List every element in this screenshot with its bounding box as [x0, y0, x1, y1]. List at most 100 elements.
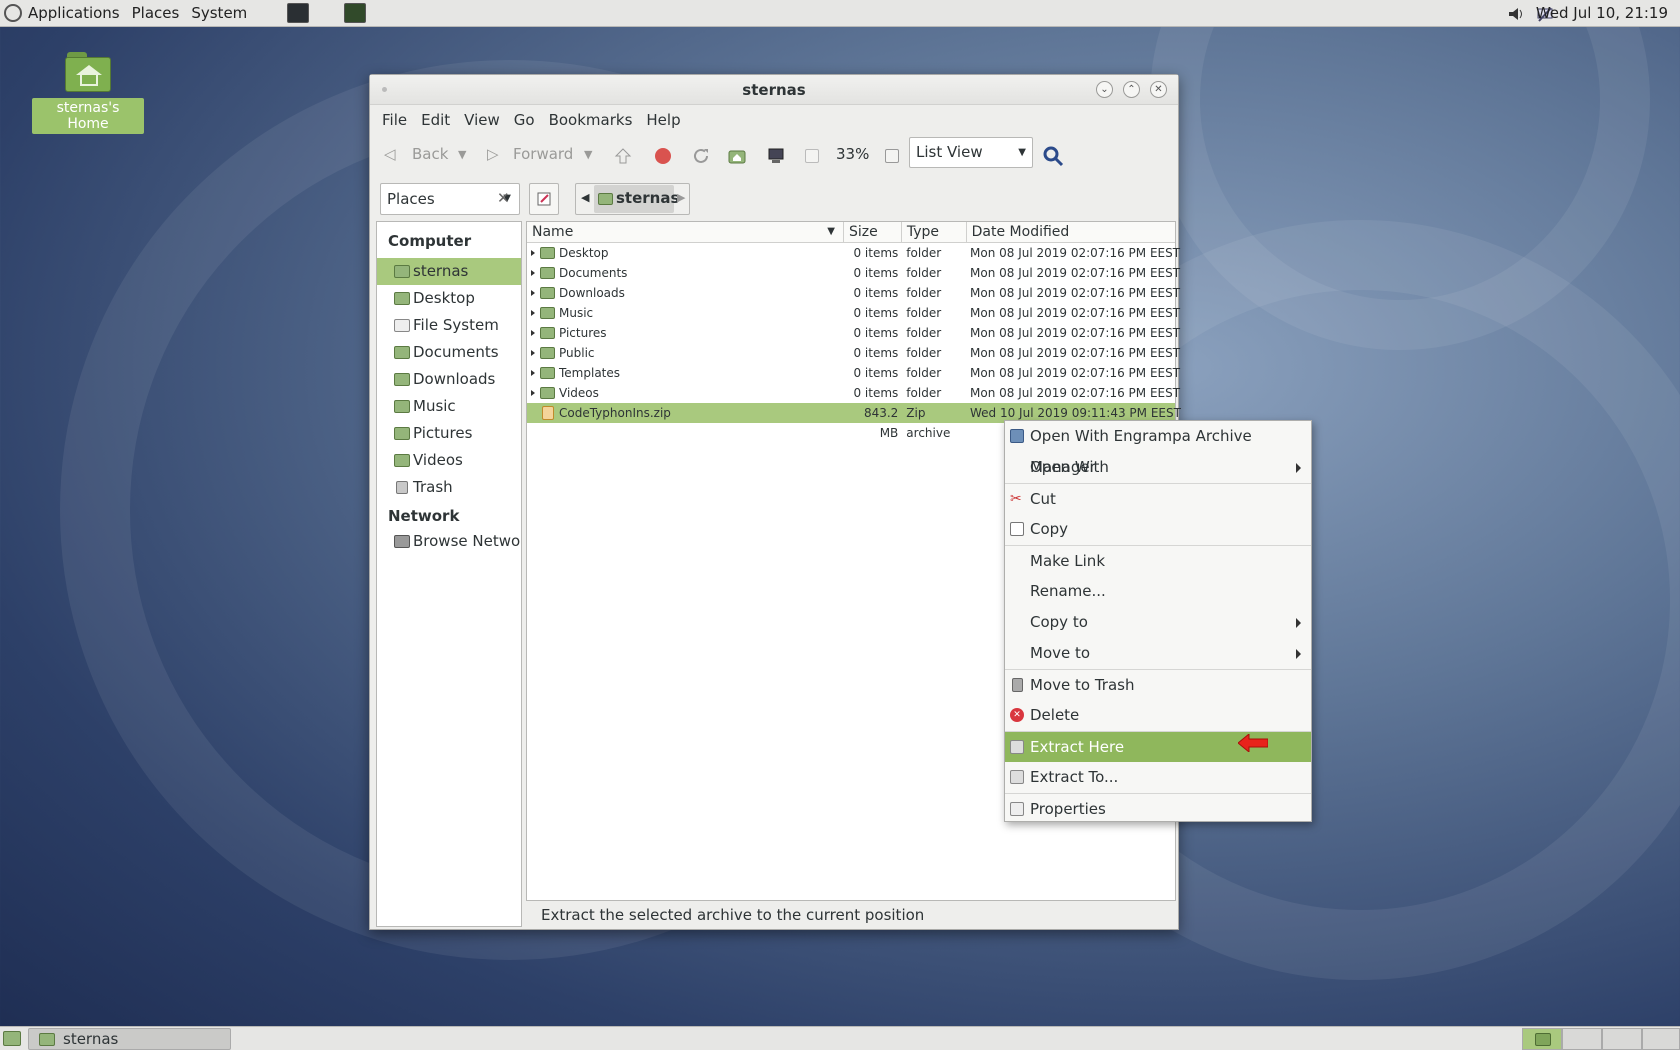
menu-item-label: Move to Trash: [1030, 676, 1135, 694]
table-row[interactable]: Desktop 0 items folder Mon 08 Jul 2019 02:0…: [527, 243, 1180, 263]
stop-icon[interactable]: [654, 147, 672, 165]
workspace-2[interactable]: [1562, 1028, 1602, 1050]
menu-help[interactable]: Help: [639, 111, 687, 129]
menu-make-link[interactable]: Make Link: [1005, 545, 1311, 576]
volume-icon[interactable]: [1507, 5, 1525, 23]
expander-icon[interactable]: [531, 330, 535, 336]
table-row[interactable]: Music 0 items folder Mon 08 Jul 2019 02:07:…: [527, 303, 1180, 323]
sidebar-item-sternas[interactable]: sternas: [377, 258, 521, 285]
menu-edit[interactable]: Edit: [414, 111, 457, 129]
table-row[interactable]: Downloads 0 items folder Mon 08 Jul 2019 02…: [527, 283, 1180, 303]
workspace-1[interactable]: [1522, 1028, 1562, 1050]
zoom-out-icon[interactable]: [805, 149, 819, 163]
close-button[interactable]: ✕: [1150, 81, 1167, 98]
menu-copy-to[interactable]: Copy to: [1005, 607, 1311, 638]
terminal-launcher-icon[interactable]: [287, 3, 309, 23]
pencil-icon: [537, 192, 551, 206]
column-type[interactable]: Type: [902, 222, 967, 242]
menu-view[interactable]: View: [457, 111, 507, 129]
sidebar-item-videos[interactable]: Videos: [377, 447, 521, 474]
applications-menu[interactable]: Applications: [22, 0, 126, 27]
menu-go[interactable]: Go: [507, 111, 542, 129]
expander-icon[interactable]: [531, 250, 535, 256]
edit-location-button[interactable]: [529, 183, 559, 215]
menu-open-with[interactable]: Open With: [1005, 452, 1311, 483]
forward-history-chevron-icon[interactable]: ▼: [584, 148, 592, 161]
menu-properties[interactable]: Properties: [1005, 793, 1311, 824]
sidebar-item-music[interactable]: Music: [377, 393, 521, 420]
table-row[interactable]: Documents 0 items folder Mon 08 Jul 2019 02…: [527, 263, 1180, 283]
maximize-button[interactable]: ⌃: [1123, 81, 1140, 98]
back-button[interactable]: Back: [412, 145, 448, 163]
system-menu[interactable]: System: [185, 0, 253, 27]
sidebar-item-browse-network[interactable]: Browse Netwo...: [377, 528, 521, 555]
menu-item-label: Copy: [1030, 520, 1069, 538]
menu-move-to[interactable]: Move to: [1005, 638, 1311, 669]
expander-icon[interactable]: [531, 310, 535, 316]
path-left-arrow-icon[interactable]: ◀: [581, 191, 589, 204]
forward-button[interactable]: Forward: [513, 145, 573, 163]
workspace-4[interactable]: [1642, 1028, 1680, 1050]
sidebar-item-file-system[interactable]: File System: [377, 312, 521, 339]
menu-cut[interactable]: ✂ Cut: [1005, 483, 1311, 514]
taskbar-window-button[interactable]: sternas: [28, 1028, 231, 1050]
window-titlebar[interactable]: sternas ⌄ ⌃ ✕: [370, 75, 1178, 105]
path-right-arrow-icon[interactable]: ▶: [677, 191, 685, 204]
menu-extract-to[interactable]: Extract To...: [1005, 762, 1311, 793]
table-row[interactable]: Pictures 0 items folder Mon 08 Jul 2019 02:…: [527, 323, 1180, 343]
back-history-chevron-icon[interactable]: ▼: [458, 148, 466, 161]
column-date-modified[interactable]: Date Modified: [967, 222, 1175, 242]
reload-icon[interactable]: [692, 147, 710, 165]
expander-icon[interactable]: [531, 390, 535, 396]
close-sidebar-icon[interactable]: ✕: [497, 189, 510, 207]
show-desktop-icon[interactable]: [3, 1031, 21, 1046]
sidebar-item-documents[interactable]: Documents: [377, 339, 521, 366]
expander-icon[interactable]: [531, 290, 535, 296]
table-row[interactable]: Public 0 items folder Mon 08 Jul 2019 02:07…: [527, 343, 1180, 363]
menu-file[interactable]: File: [375, 111, 414, 129]
computer-icon[interactable]: [767, 147, 785, 165]
menu-item-label: Delete: [1030, 706, 1080, 724]
row-size: 843.2 MB: [863, 406, 899, 440]
table-row[interactable]: Videos 0 items folder Mon 08 Jul 2019 02:07…: [527, 383, 1180, 403]
system-monitor-launcher-icon[interactable]: [344, 3, 366, 23]
view-mode-select[interactable]: List View ▼: [909, 137, 1033, 168]
menu-delete[interactable]: ✕ Delete: [1005, 700, 1311, 731]
up-arrow-icon[interactable]: [614, 147, 632, 165]
menu-copy[interactable]: Copy: [1005, 514, 1311, 545]
sidebar-item-downloads[interactable]: Downloads: [377, 366, 521, 393]
places-menu[interactable]: Places: [126, 0, 186, 27]
minimize-button[interactable]: ⌄: [1096, 81, 1113, 98]
zoom-level[interactable]: 33%: [836, 145, 869, 163]
expander-icon[interactable]: [531, 370, 535, 376]
sidebar-item-pictures[interactable]: Pictures: [377, 420, 521, 447]
zoom-in-icon[interactable]: [885, 149, 899, 163]
expander-icon[interactable]: [531, 350, 535, 356]
menu-bookmarks[interactable]: Bookmarks: [542, 111, 640, 129]
toolbar: ◁ Back ▼ ▷ Forward ▼ 33%: [370, 135, 1178, 177]
column-name[interactable]: Name ▼: [527, 222, 844, 242]
forward-arrow-icon[interactable]: ▷: [487, 145, 499, 163]
row-size: 0 items: [853, 246, 899, 260]
sidebar-item-desktop[interactable]: Desktop: [377, 285, 521, 312]
path-button-sternas[interactable]: sternas: [594, 185, 679, 213]
folder-icon: [394, 454, 410, 467]
workspace-3[interactable]: [1602, 1028, 1642, 1050]
search-icon[interactable]: [1042, 145, 1064, 167]
row-type: folder: [906, 346, 942, 360]
places-sidebar: Computer sternas Desktop File System Doc…: [376, 221, 522, 927]
menu-open-with-engrampa[interactable]: Open With Engrampa Archive Manager: [1005, 421, 1311, 476]
folder-icon: [540, 327, 555, 339]
home-folder-icon[interactable]: [728, 147, 746, 165]
menu-rename[interactable]: Rename...: [1005, 576, 1311, 607]
table-row[interactable]: Templates 0 items folder Mon 08 Jul 2019 02…: [527, 363, 1180, 383]
sidebar-item-trash[interactable]: Trash: [377, 474, 521, 501]
back-arrow-icon[interactable]: ◁: [384, 145, 396, 163]
clock[interactable]: Wed Jul 10, 21:19: [1536, 0, 1668, 27]
desktop-home-icon[interactable]: sternas's Home: [32, 48, 144, 134]
expander-icon[interactable]: [531, 270, 535, 276]
column-size[interactable]: Size: [844, 222, 902, 242]
menu-item-label: Rename...: [1030, 582, 1106, 600]
mate-logo-icon[interactable]: [4, 4, 22, 22]
menu-move-to-trash[interactable]: Move to Trash: [1005, 669, 1311, 700]
